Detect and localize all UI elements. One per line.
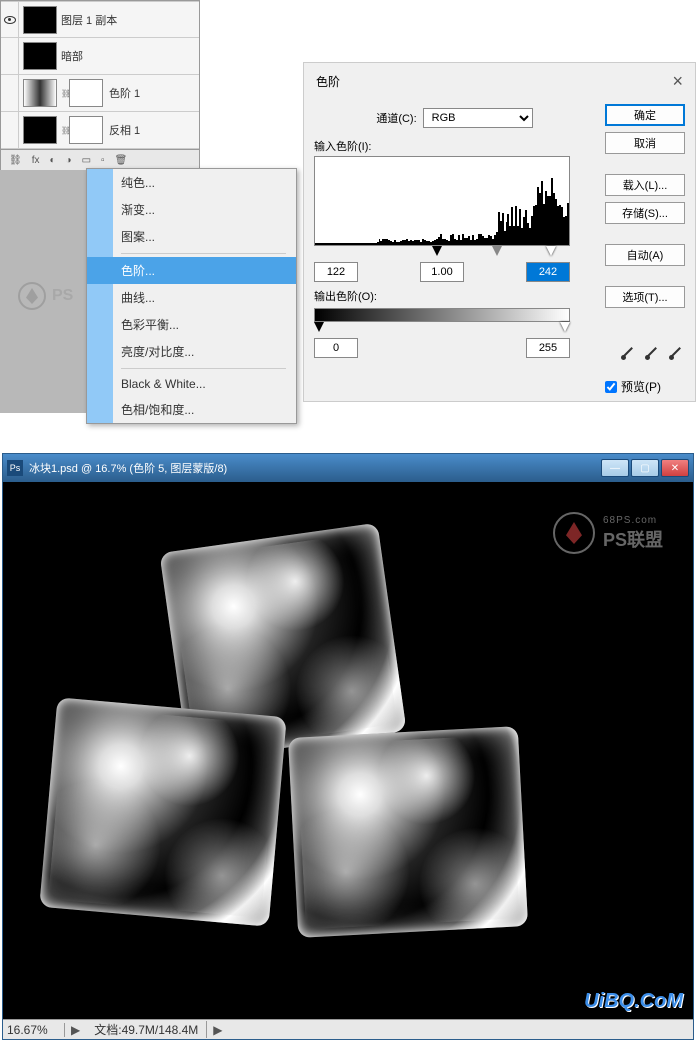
output-sliders[interactable] <box>314 322 570 334</box>
menu-pattern[interactable]: 图案... <box>87 223 296 250</box>
zoom-level[interactable]: 16.67% <box>3 1023 65 1037</box>
watermark-ps: PS <box>18 282 73 310</box>
statusbar: 16.67% ▶ 文档:49.7M/148.4M ▶ <box>3 1019 693 1039</box>
layer-thumbnail[interactable] <box>23 6 57 34</box>
menu-levels[interactable]: 色阶... <box>87 257 296 284</box>
link-icon: ⛓ <box>61 89 69 98</box>
menu-separator <box>121 368 286 369</box>
preview-checkbox-label[interactable]: 预览(P) <box>605 378 685 395</box>
adjustment-thumbnail[interactable] <box>23 116 57 144</box>
channel-select[interactable]: RGB <box>423 108 533 128</box>
input-levels-label: 输入色阶(I): <box>314 138 595 154</box>
document-title: 冰块1.psd @ 16.7% (色阶 5, 图层蒙版/8) <box>29 460 601 476</box>
link-layers-icon[interactable]: ⛓ <box>9 155 22 166</box>
mask-icon[interactable]: ◐ <box>49 155 55 166</box>
app-icon: Ps <box>7 460 23 476</box>
output-highlight[interactable] <box>526 338 570 358</box>
menu-hue-saturation[interactable]: 色相/饱和度... <box>87 396 296 423</box>
input-midtone[interactable] <box>420 262 464 282</box>
midtone-slider[interactable] <box>492 246 502 256</box>
shadow-slider[interactable] <box>432 246 442 256</box>
eyedropper-gray-icon[interactable] <box>643 344 661 362</box>
visibility-toggle[interactable] <box>1 38 19 74</box>
visibility-toggle[interactable] <box>1 2 19 37</box>
layer-row[interactable]: ⛓ 色阶 1 <box>1 75 199 112</box>
menu-curves[interactable]: 曲线... <box>87 284 296 311</box>
fx-icon[interactable]: fx <box>32 155 40 166</box>
channel-label: 通道(C): <box>376 110 416 126</box>
dialog-title: 色阶 <box>316 73 340 90</box>
output-gradient[interactable] <box>314 308 570 322</box>
delete-icon[interactable]: 🗑 <box>115 155 128 166</box>
titlebar[interactable]: Ps 冰块1.psd @ 16.7% (色阶 5, 图层蒙版/8) — ▢ ✕ <box>3 454 693 482</box>
eyedropper-white-icon[interactable] <box>667 344 685 362</box>
mask-thumbnail[interactable] <box>69 79 103 107</box>
input-highlight[interactable] <box>526 262 570 282</box>
ok-button[interactable]: 确定 <box>605 104 685 126</box>
ice-cube-image <box>39 697 286 926</box>
menu-separator <box>121 253 286 254</box>
output-shadow[interactable] <box>314 338 358 358</box>
menu-gradient[interactable]: 渐变... <box>87 196 296 223</box>
menu-color-balance[interactable]: 色彩平衡... <box>87 311 296 338</box>
maximize-button[interactable]: ▢ <box>631 459 659 477</box>
layers-panel: 图层 1 副本 暗部 ⛓ 色阶 1 ⛓ 反相 1 ⛓ fx ◐ ◑ ▭ ▫ <box>0 0 200 172</box>
options-button[interactable]: 选项(T)... <box>605 286 685 308</box>
output-highlight-slider[interactable] <box>560 322 570 332</box>
menu-solid-color[interactable]: 纯色... <box>87 169 296 196</box>
levels-dialog: 色阶 × 通道(C): RGB 输入色阶(I): <box>303 62 696 402</box>
watermark-68ps: 68PS.com PS联盟 <box>553 512 663 554</box>
load-button[interactable]: 载入(L)... <box>605 174 685 196</box>
preview-checkbox[interactable] <box>605 381 617 393</box>
highlight-slider[interactable] <box>546 246 556 256</box>
auto-button[interactable]: 自动(A) <box>605 244 685 266</box>
adjustment-context-menu: 纯色... 渐变... 图案... 色阶... 曲线... 色彩平衡... 亮度… <box>86 168 297 424</box>
layer-name: 反相 1 <box>109 122 140 138</box>
layer-name: 暗部 <box>61 48 83 64</box>
save-button[interactable]: 存储(S)... <box>605 202 685 224</box>
adjustment-thumbnail[interactable] <box>23 79 57 107</box>
statusbar-arrow-icon[interactable]: ▶ <box>207 1023 228 1037</box>
mask-thumbnail[interactable] <box>69 116 103 144</box>
group-icon[interactable]: ▭ <box>82 155 91 166</box>
statusbar-arrow-icon[interactable]: ▶ <box>65 1023 86 1037</box>
adjustment-icon[interactable]: ◑ <box>66 155 72 166</box>
minimize-button[interactable]: — <box>601 459 629 477</box>
document-size[interactable]: 文档:49.7M/148.4M <box>86 1021 207 1038</box>
eyedropper-black-icon[interactable] <box>619 344 637 362</box>
close-icon[interactable]: × <box>672 71 683 92</box>
close-button[interactable]: ✕ <box>661 459 689 477</box>
input-sliders[interactable] <box>314 246 570 258</box>
histogram[interactable] <box>314 156 570 246</box>
menu-black-white[interactable]: Black & White... <box>87 372 296 396</box>
output-levels-label: 输出色阶(O): <box>314 288 595 304</box>
link-icon: ⛓ <box>61 126 69 135</box>
layer-row[interactable]: ⛓ 反相 1 <box>1 112 199 149</box>
cancel-button[interactable]: 取消 <box>605 132 685 154</box>
ice-cube-image <box>288 726 528 938</box>
layer-name: 图层 1 副本 <box>61 12 117 28</box>
canvas-area[interactable]: 68PS.com PS联盟 UiBQ.CoM <box>3 482 693 1019</box>
document-window: Ps 冰块1.psd @ 16.7% (色阶 5, 图层蒙版/8) — ▢ ✕ … <box>2 453 694 1040</box>
output-shadow-slider[interactable] <box>314 322 324 332</box>
new-layer-icon[interactable]: ▫ <box>101 155 105 166</box>
eye-icon <box>4 16 16 24</box>
visibility-toggle[interactable] <box>1 75 19 111</box>
menu-brightness-contrast[interactable]: 亮度/对比度... <box>87 338 296 365</box>
layer-name: 色阶 1 <box>109 85 140 101</box>
input-shadow[interactable] <box>314 262 358 282</box>
layer-row[interactable]: 暗部 <box>1 38 199 75</box>
watermark-uibq: UiBQ.CoM <box>584 990 683 1013</box>
visibility-toggle[interactable] <box>1 112 19 148</box>
layer-row[interactable]: 图层 1 副本 <box>1 1 199 38</box>
layer-thumbnail[interactable] <box>23 42 57 70</box>
